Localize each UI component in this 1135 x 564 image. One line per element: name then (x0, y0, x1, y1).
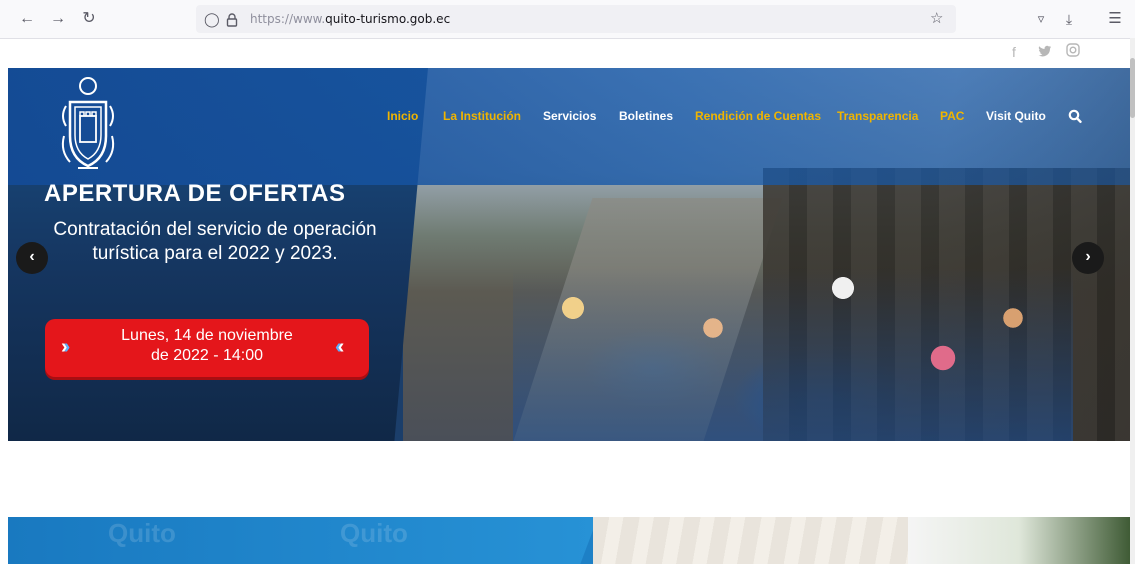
back-arrow-icon[interactable]: ← (14, 6, 40, 32)
nav-item-inicio[interactable]: Inicio (387, 108, 418, 124)
tracking-shield-icon[interactable]: ◯ (204, 5, 220, 33)
instagram-icon[interactable] (1066, 43, 1080, 61)
carousel-next-icon[interactable]: › (1072, 242, 1104, 274)
reload-icon[interactable]: ↻ (76, 6, 102, 32)
bookmark-star-icon[interactable]: ☆ (930, 5, 943, 33)
date-text: Lunes, 14 de noviembre de 2022 - 14:00 (121, 327, 293, 364)
nav-item-la-institucion[interactable]: La Institución (443, 108, 521, 124)
banner-watermark-2: Quito (340, 518, 408, 548)
page-scrollbar[interactable] (1130, 38, 1135, 564)
hero-subtitle: Contratación del servicio de operación t… (53, 219, 377, 264)
nav-item-visit-quito[interactable]: Visit Quito (986, 108, 1046, 124)
hero-title: APERTURA DE OFERTAS (44, 180, 346, 207)
twitter-icon[interactable] (1038, 43, 1052, 61)
photo-crowd (513, 268, 1073, 441)
pocket-icon[interactable]: ▿ (1028, 6, 1054, 32)
forward-arrow-icon[interactable]: → (45, 6, 71, 32)
banner-texture-area (593, 517, 913, 564)
banner-plant-area (908, 517, 1130, 564)
browser-toolbar: ← → ↻ ◯ https://www.quito-turismo.gob.ec… (0, 0, 1135, 39)
nav-item-servicios[interactable]: Servicios (543, 108, 596, 124)
banner-blue-area: Quito Quito (8, 517, 598, 564)
chevron-left-icon: ‹‹ (335, 336, 345, 358)
facebook-icon[interactable]: f (1012, 43, 1016, 61)
banner-watermark-1: Quito (108, 518, 176, 548)
download-icon[interactable]: ⤓ (1056, 6, 1082, 32)
search-icon[interactable] (1068, 108, 1082, 124)
site-header: Inicio La Institución Servicios Boletine… (8, 68, 1130, 185)
hamburger-menu-icon[interactable]: ☰ (1102, 6, 1128, 32)
chevron-right-icon: ›› (61, 336, 70, 358)
address-bar[interactable]: ◯ https://www.quito-turismo.gob.ec ☆ (196, 5, 956, 33)
carousel-prev-icon[interactable]: ‹ (16, 242, 48, 274)
lock-icon[interactable] (226, 5, 238, 33)
nav-item-transparencia[interactable]: Transparencia (837, 108, 918, 124)
coat-of-arms-logo[interactable] (56, 76, 120, 176)
secondary-banner[interactable]: Quito Quito (8, 517, 1130, 564)
scrollbar-thumb[interactable] (1130, 58, 1135, 118)
hero-slider: Inicio La Institución Servicios Boletine… (8, 68, 1130, 441)
date-badge: ›› Lunes, 14 de noviembre de 2022 - 14:0… (45, 319, 369, 377)
nav-item-boletines[interactable]: Boletines (619, 108, 673, 124)
url-text[interactable]: https://www.quito-turismo.gob.ec (250, 5, 450, 33)
nav-item-pac[interactable]: PAC (940, 108, 964, 124)
nav-item-rendicion-de-cuentas[interactable]: Rendición de Cuentas (695, 108, 821, 124)
